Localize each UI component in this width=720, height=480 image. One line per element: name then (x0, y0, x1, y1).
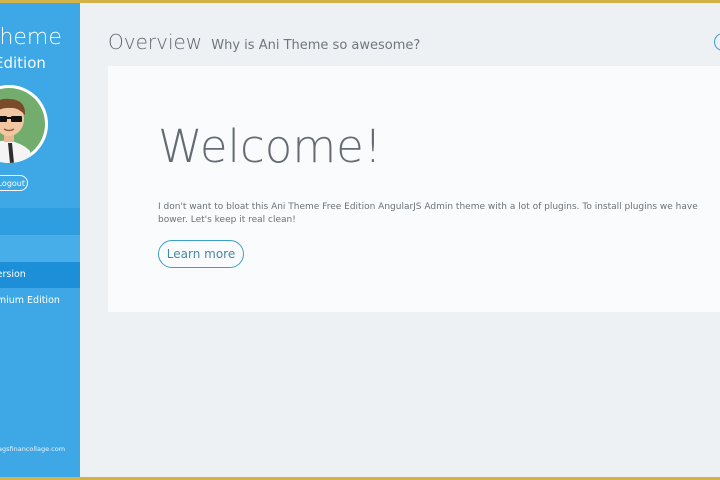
sidebar-item-version[interactable]: version (0, 262, 80, 288)
logout-button[interactable]: Logout (0, 175, 28, 191)
welcome-description: I don't want to bloat this Ani Theme Fre… (158, 202, 698, 225)
sidebar-title: Theme (0, 25, 62, 50)
welcome-card: Welcome! I don't want to bloat this Ani … (108, 66, 720, 312)
avatar-illustration-icon (0, 88, 45, 163)
sidebar-item-label: emium Edition (0, 295, 60, 306)
sidebar-item-label: version (0, 269, 26, 280)
welcome-heading: Welcome! (158, 120, 382, 173)
sidebar-subtitle: Edition (0, 54, 46, 72)
sidebar-item-premium-edition[interactable]: emium Edition (0, 288, 80, 314)
page-subtitle: Why is Ani Theme so awesome? (211, 38, 421, 53)
header-action-icon[interactable] (714, 33, 720, 51)
app-window: Theme Edition Logout version (0, 3, 720, 477)
sidebar: Theme Edition Logout version (0, 3, 80, 477)
page-title: Overview (108, 30, 203, 54)
sidebar-item-1[interactable] (0, 208, 80, 235)
avatar (0, 85, 48, 163)
sidebar-footer: agsfinancollage.com (0, 445, 66, 453)
page-header: Overview Why is Ani Theme so awesome? (108, 30, 420, 54)
learn-more-button[interactable]: Learn more (158, 240, 244, 268)
sidebar-item-2[interactable] (0, 235, 80, 262)
